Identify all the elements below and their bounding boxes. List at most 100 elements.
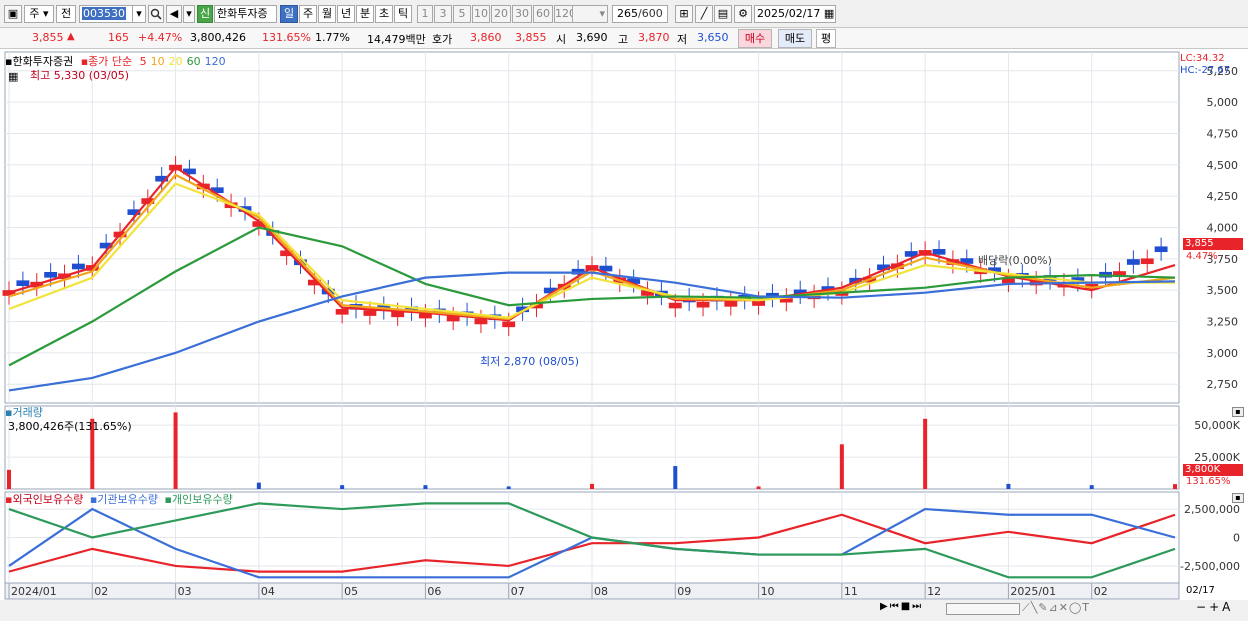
number-tab[interactable]: 3 [434, 5, 452, 23]
candle-body [932, 249, 946, 255]
holdings-y-tick: 0 [1233, 532, 1240, 545]
eval-button[interactable]: 평 [816, 29, 836, 48]
individual-holdings-label: 개인보유수량 [171, 493, 233, 506]
square-icon: ▪ [164, 493, 172, 506]
forward-icon[interactable]: ⏭ [912, 601, 923, 612]
number-tab[interactable]: 60 [533, 5, 553, 23]
period-tab[interactable]: 년 [337, 5, 355, 23]
cross-icon[interactable]: ✕ [1059, 601, 1069, 614]
calendar-icon[interactable]: ▦ [824, 7, 834, 20]
scroll-controls[interactable]: ▶⏮■⏭ [880, 601, 923, 612]
volume-bar [756, 486, 761, 489]
draw-tools[interactable]: ⟋╲✎⊿✕◯T [1022, 601, 1090, 615]
period-tab[interactable]: 틱 [394, 5, 412, 23]
y-tick-label: 4,250 [1207, 190, 1239, 203]
ma-legend-item: 20 [168, 55, 183, 68]
institution-holdings-label: 기관보유수량 [97, 493, 159, 506]
x-tick-label: 02 [94, 585, 108, 598]
close-panel-icon[interactable]: ▪ [1232, 493, 1244, 503]
number-tab[interactable]: 30 [512, 5, 532, 23]
circle-icon[interactable]: ◯ [1069, 601, 1082, 614]
ruler-icon[interactable]: ⊿ [1049, 601, 1059, 614]
type-select[interactable]: 주 ▾ [24, 5, 54, 23]
code-dropdown-icon[interactable]: ▾ [132, 5, 146, 23]
volume-panel-value: 3,800,426주(131.65%) [8, 420, 132, 433]
play-icon[interactable]: ▶ [880, 601, 890, 612]
trade-amount: 14,479백만 [367, 33, 426, 46]
ma-legend-item: 10 [150, 55, 165, 68]
period-tab[interactable]: 분 [356, 5, 374, 23]
volume-bar [173, 412, 178, 489]
candle-body [502, 321, 516, 328]
volume-bar [673, 466, 678, 489]
candle-body [16, 280, 30, 286]
horizontal-scrollbar[interactable] [946, 603, 1020, 615]
candle-body [474, 318, 488, 325]
volume-ratio: 131.65% [262, 31, 311, 44]
count-input[interactable]: 265/600 [612, 5, 668, 23]
rewind-icon[interactable]: ⏮ [890, 601, 901, 612]
quote-bar: 3,855 ▲ 165 +4.47% 3,800,426 131.65% 1.7… [0, 28, 1248, 49]
gear-icon[interactable]: ⚙ [734, 5, 752, 23]
period-tab[interactable]: 주 [299, 5, 317, 23]
candle-body [668, 302, 682, 309]
x-tick-label: 03 [178, 585, 192, 598]
low-note: 최저 2,870 (08/05) [480, 355, 580, 368]
period-tab[interactable]: 초 [375, 5, 393, 23]
close-panel-icon[interactable]: ▪ [1232, 407, 1244, 417]
candle-body [71, 263, 85, 270]
high-price: 3,870 [638, 31, 670, 44]
x-tick-label: 04 [261, 585, 275, 598]
speaker-dropdown-icon[interactable]: ▾ [183, 5, 195, 23]
x-tick-label: 09 [677, 585, 691, 598]
high-note: 최고 5,330 (03/05) [30, 69, 130, 82]
period-tab[interactable]: 일 [280, 5, 298, 23]
zoom-out-icon[interactable]: − [1196, 600, 1209, 614]
trendline-icon[interactable]: ⟋ [1022, 601, 1031, 614]
save-icon[interactable]: ▤ [714, 5, 732, 23]
number-tab[interactable]: 1 [417, 5, 433, 23]
candle-body [724, 301, 738, 307]
number-tab[interactable]: 20 [491, 5, 511, 23]
volume-y-tick: 50,000K [1194, 419, 1240, 432]
price-change-pct: +4.47% [138, 31, 183, 44]
search-icon[interactable] [148, 5, 164, 23]
interval-select[interactable]: ▾ [572, 5, 608, 23]
grid-settings-icon[interactable]: ⊞ [675, 5, 693, 23]
y-tick-label: 4,750 [1207, 127, 1239, 140]
candle-body [1154, 246, 1168, 253]
buy-button[interactable]: 매수 [738, 29, 772, 48]
holdings-y-tick: 2,500,000 [1184, 503, 1240, 516]
stock-code-value: 003530 [82, 7, 126, 20]
stock-chart[interactable]: 5,2505,0004,7504,5004,2504,0003,7503,500… [0, 50, 1248, 621]
holdings-y-tick: -2,500,000 [1180, 560, 1240, 573]
sell-button[interactable]: 매도 [778, 29, 812, 48]
x-tick-label: 10 [761, 585, 775, 598]
y-tick-label: 4,000 [1207, 222, 1239, 235]
draw-tool-icon[interactable]: ╱ [695, 5, 713, 23]
number-tab[interactable]: 5 [453, 5, 471, 23]
number-tab[interactable]: 10 [472, 5, 490, 23]
text-icon[interactable]: T [1082, 601, 1090, 614]
open-price: 3,690 [576, 31, 608, 44]
volume-bar [923, 418, 928, 489]
volume-bar [256, 482, 261, 489]
x-tick-label: 06 [427, 585, 441, 598]
chart-area[interactable]: 5,250 5,000 4,750 4,500 4,250 4,000 3,750 3,500… [0, 50, 1248, 621]
prev-button[interactable]: 전 [56, 5, 76, 23]
stop-icon[interactable]: ■ [901, 601, 912, 612]
calendar-icon[interactable]: ▦ [8, 70, 18, 83]
pencil-icon[interactable]: ✎ [1038, 601, 1048, 614]
y-tick-label: 5,000 [1207, 96, 1239, 109]
y-tick-label: 3,500 [1207, 284, 1239, 297]
period-tab[interactable]: 월 [318, 5, 336, 23]
date-input[interactable]: 2025/02/17 ▦ [754, 5, 836, 23]
zoom-controls[interactable]: −+A [1196, 600, 1233, 614]
window-menu-icon[interactable]: ▣ [4, 5, 22, 23]
font-size-icon[interactable]: A [1222, 600, 1233, 614]
speaker-icon[interactable]: ◀ [166, 5, 182, 23]
candle-body [1140, 258, 1154, 265]
stock-code-input[interactable]: 003530 [79, 5, 133, 23]
zoom-in-icon[interactable]: + [1209, 600, 1222, 614]
volume-bar [1089, 485, 1094, 489]
